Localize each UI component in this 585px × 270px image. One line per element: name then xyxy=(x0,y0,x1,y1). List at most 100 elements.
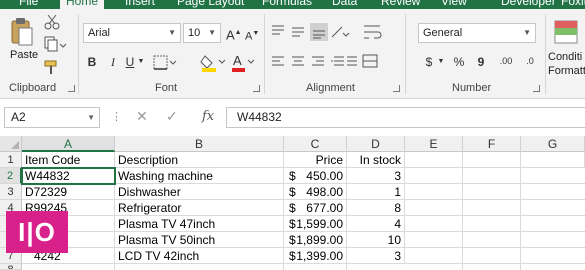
cell-d5[interactable]: 4 xyxy=(347,216,405,232)
empty-cells-region[interactable] xyxy=(405,168,585,270)
ribbon-tab-bar: File Home Insert Page Layout Formulas Da… xyxy=(0,0,585,9)
tab-developer[interactable]: Developer xyxy=(501,0,556,9)
row-header-1[interactable]: 1 xyxy=(0,152,22,168)
fill-color-icon[interactable] xyxy=(200,53,226,73)
italic-button[interactable]: I xyxy=(107,54,119,70)
column-header-g[interactable]: G xyxy=(521,136,585,152)
cell-d2[interactable]: 3 xyxy=(347,168,405,184)
font-launcher-icon[interactable] xyxy=(253,85,260,92)
increase-decimal-button[interactable]: .00 xyxy=(497,56,515,66)
row-header-2[interactable]: 2 xyxy=(0,168,22,184)
alignment-launcher-icon[interactable] xyxy=(393,85,400,92)
currency-symbol: $ xyxy=(289,249,296,263)
enter-icon[interactable]: ✓ xyxy=(166,108,178,125)
cell-d7[interactable]: 3 xyxy=(347,248,405,264)
cut-icon[interactable] xyxy=(44,14,60,30)
clipboard-launcher-icon[interactable] xyxy=(68,85,75,92)
cell-d3[interactable]: 1 xyxy=(347,184,405,200)
row-header-3[interactable]: 3 xyxy=(0,184,22,200)
cell-e1[interactable] xyxy=(405,152,463,168)
cell-b3[interactable]: Dishwasher xyxy=(115,184,284,200)
currency-dropdown-icon[interactable]: ▼ xyxy=(437,54,445,70)
comma-style-button[interactable]: 9 xyxy=(475,54,487,70)
cell-a1[interactable]: Item Code xyxy=(22,152,115,168)
column-header-c[interactable]: C xyxy=(284,136,347,152)
font-color-icon[interactable]: A xyxy=(231,53,255,73)
wrap-text-icon[interactable] xyxy=(362,23,384,41)
font-size-dropdown[interactable]: 10 ▼ xyxy=(183,23,221,43)
cell-d1[interactable]: In stock xyxy=(347,152,405,168)
cell-d4[interactable]: 8 xyxy=(347,200,405,216)
chevron-down-icon: ▼ xyxy=(168,28,176,37)
cell-c1[interactable]: Price xyxy=(284,152,347,168)
font-name-value: Arial xyxy=(88,27,111,39)
cell-c2[interactable]: $450.00 xyxy=(284,168,347,184)
tab-formulas[interactable]: Formulas xyxy=(262,0,312,9)
cell-c5[interactable]: $1,599.00 xyxy=(284,216,347,232)
tab-page-layout[interactable]: Page Layout xyxy=(177,0,244,9)
cell-b4[interactable]: Refrigerator xyxy=(115,200,284,216)
number-format-value: General xyxy=(423,27,463,39)
tab-view[interactable]: View xyxy=(441,0,467,9)
column-header-f[interactable]: F xyxy=(463,136,521,152)
decrease-decimal-button[interactable]: .0 xyxy=(521,56,539,66)
column-header-a[interactable]: A xyxy=(22,136,115,152)
separator xyxy=(78,14,79,94)
tab-home[interactable]: Home xyxy=(60,0,105,9)
insert-function-button[interactable]: fx xyxy=(202,109,214,124)
cell-g1[interactable] xyxy=(521,152,585,168)
cell-c7[interactable]: $1,399.00 xyxy=(284,248,347,264)
cell-b6[interactable]: Plasma TV 50inch xyxy=(115,232,284,248)
paste-button[interactable] xyxy=(10,17,34,47)
format-painter-icon[interactable] xyxy=(44,59,60,75)
formula-input[interactable]: W44832 xyxy=(226,107,585,128)
worksheet-grid: A B C D E F G 1 2 3 4 5 6 7 8 Item Code … xyxy=(0,136,585,270)
grow-font-button[interactable]: A▲ xyxy=(226,25,242,43)
conditional-formatting-icon[interactable] xyxy=(553,19,581,47)
tab-insert[interactable]: Insert xyxy=(125,0,155,9)
column-header-b[interactable]: B xyxy=(115,136,284,152)
price-value: 498.00 xyxy=(306,185,343,199)
currency-symbol: $ xyxy=(289,185,296,199)
tab-review[interactable]: Review xyxy=(381,0,420,9)
tab-file[interactable]: File xyxy=(19,0,38,9)
cell-a2[interactable]: W44832 xyxy=(21,167,116,185)
number-format-dropdown[interactable]: General ▼ xyxy=(418,23,536,43)
cell-b7[interactable]: LCD TV 42inch xyxy=(115,248,284,264)
font-size-value: 10 xyxy=(188,27,201,39)
paste-icon xyxy=(11,18,33,46)
cell-c4[interactable]: $677.00 xyxy=(284,200,347,216)
cancel-icon[interactable]: ✕ xyxy=(136,108,148,125)
cell-c3[interactable]: $498.00 xyxy=(284,184,347,200)
currency-button[interactable]: $ xyxy=(424,54,434,70)
font-name-dropdown[interactable]: Arial ▼ xyxy=(83,23,181,43)
tab-data[interactable]: Data xyxy=(332,0,357,9)
column-header-d[interactable]: D xyxy=(347,136,405,152)
top-align-icon xyxy=(272,25,284,35)
cell-b2[interactable]: Washing machine xyxy=(115,168,284,184)
row-8-cells[interactable] xyxy=(22,264,405,270)
more-icon[interactable]: ⋮ xyxy=(111,110,122,123)
percent-button[interactable]: % xyxy=(452,54,466,70)
number-launcher-icon[interactable] xyxy=(533,85,540,92)
font-group-label: Font xyxy=(155,82,178,94)
borders-icon[interactable] xyxy=(153,55,177,71)
copy-icon[interactable] xyxy=(44,36,66,52)
row-header-8[interactable]: 8 xyxy=(0,264,22,270)
cell-b1[interactable]: Description xyxy=(115,152,284,168)
cell-d6[interactable]: 10 xyxy=(347,232,405,248)
cell-b5[interactable]: Plasma TV 47inch xyxy=(115,216,284,232)
underline-button[interactable]: U xyxy=(124,54,136,70)
cell-c6[interactable]: $1,899.00 xyxy=(284,232,347,248)
tab-foxit[interactable]: Foxit xyxy=(561,0,585,9)
shrink-font-button[interactable]: A▼ xyxy=(245,26,259,45)
indent-and-merge-icons[interactable] xyxy=(343,53,383,71)
select-all-button[interactable] xyxy=(0,136,22,152)
bold-button[interactable]: B xyxy=(86,54,98,70)
underline-dropdown-icon[interactable]: ▼ xyxy=(137,54,145,70)
formula-bar: A2 ▼ ⋮ ✕ ✓ fx W44832 xyxy=(0,104,585,130)
cell-a3[interactable]: D72329 xyxy=(22,184,115,200)
column-header-e[interactable]: E xyxy=(405,136,463,152)
cell-f1[interactable] xyxy=(463,152,521,168)
name-box[interactable]: A2 ▼ xyxy=(4,107,100,128)
